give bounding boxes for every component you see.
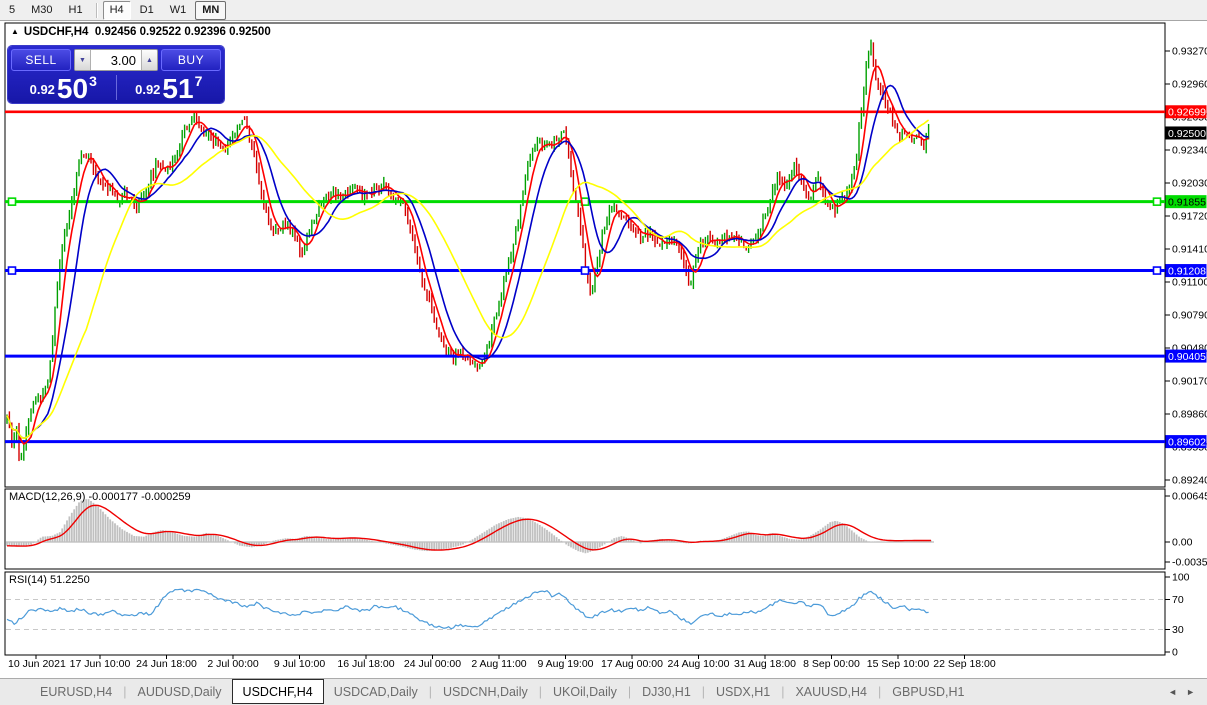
svg-text:0.90790: 0.90790	[1172, 310, 1207, 322]
timeframe-toolbar: 5M30H1 H4D1W1MN	[0, 0, 1207, 21]
sell-price[interactable]: 0.92 50 3	[11, 73, 116, 102]
timeframe-button-mn[interactable]: MN	[195, 1, 226, 20]
buy-price-head: 0.92	[135, 82, 160, 97]
tab-scroll-right-icon[interactable]: ►	[1186, 687, 1195, 697]
svg-text:2 Jul 00:00: 2 Jul 00:00	[207, 658, 259, 670]
volume-input[interactable]: 3.00	[91, 50, 141, 70]
symbol-collapse-arrow: ▲	[11, 27, 19, 36]
rsi-pane[interactable]	[5, 572, 1165, 655]
svg-text:0.92500: 0.92500	[1168, 128, 1206, 140]
timeframe-button-5[interactable]: 5	[2, 1, 22, 20]
svg-text:0.89860: 0.89860	[1172, 409, 1207, 421]
chart-title: ▲ USDCHF,H4 0.92456 0.92522 0.92396 0.92…	[11, 26, 271, 38]
timeframe-button-d1[interactable]: D1	[133, 1, 161, 20]
one-click-trading-panel: SELL ▼ 3.00 ▲ BUY 0.92 50 3 0.92 51 7	[8, 46, 224, 103]
svg-text:16 Jul 18:00: 16 Jul 18:00	[337, 658, 394, 670]
svg-text:100: 100	[1172, 572, 1190, 584]
svg-text:9 Aug 19:00: 9 Aug 19:00	[537, 658, 593, 670]
svg-text:0.89602: 0.89602	[1168, 436, 1206, 448]
chart-tabs: EURUSD,H4|AUDUSD,DailyUSDCHF,H4USDCAD,Da…	[0, 679, 975, 705]
volume-decrease-icon[interactable]: ▼	[75, 50, 91, 70]
svg-text:22 Sep 18:00: 22 Sep 18:00	[933, 658, 996, 670]
svg-text:0: 0	[1172, 647, 1178, 659]
svg-text:15 Sep 10:00: 15 Sep 10:00	[867, 658, 930, 670]
svg-text:24 Jul 00:00: 24 Jul 00:00	[404, 658, 461, 670]
tab-scroll-left-icon[interactable]: ◄	[1168, 687, 1177, 697]
rsi-indicator-label: RSI(14) 51.2250	[9, 574, 90, 586]
timeframe-button-h4[interactable]: H4	[103, 1, 131, 20]
hline-handle[interactable]	[9, 267, 16, 274]
tab-usdcad-daily[interactable]: USDCAD,Daily	[324, 679, 428, 705]
chart-title-text: USDCHF,H4 0.92456 0.92522 0.92396 0.9250…	[24, 26, 271, 38]
svg-text:31 Aug 18:00: 31 Aug 18:00	[734, 658, 796, 670]
svg-text:10 Jun 2021: 10 Jun 2021	[8, 658, 66, 670]
chart-canvas[interactable]: 0.932700.929600.926500.923400.920300.917…	[0, 21, 1207, 678]
svg-text:0.92699: 0.92699	[1168, 107, 1206, 119]
svg-text:0.00: 0.00	[1172, 537, 1193, 549]
svg-text:0.92030: 0.92030	[1172, 178, 1207, 190]
svg-text:0.91100: 0.91100	[1172, 277, 1207, 289]
hline-handle[interactable]	[1154, 198, 1161, 205]
hline-handle[interactable]	[1154, 267, 1161, 274]
svg-text:0.91208: 0.91208	[1168, 265, 1206, 277]
sell-price-sup: 3	[89, 73, 97, 89]
tab-eurusd-h4[interactable]: EURUSD,H4	[30, 679, 122, 705]
svg-text:-0.003507: -0.003507	[1172, 557, 1207, 569]
tab-xauusd-h4[interactable]: XAUUSD,H4	[785, 679, 877, 705]
svg-text:0.89240: 0.89240	[1172, 475, 1207, 487]
svg-text:0.90405: 0.90405	[1168, 351, 1206, 363]
svg-text:0.006451: 0.006451	[1172, 491, 1207, 503]
svg-text:0.91720: 0.91720	[1172, 211, 1207, 223]
hline-handle[interactable]	[9, 198, 16, 205]
svg-text:24 Jun 18:00: 24 Jun 18:00	[136, 658, 197, 670]
tab-ukoil-daily[interactable]: UKOil,Daily	[543, 679, 627, 705]
svg-text:0.93270: 0.93270	[1172, 45, 1207, 57]
tab-usdchf-h4[interactable]: USDCHF,H4	[232, 679, 324, 704]
chart-window: 0.932700.929600.926500.923400.920300.917…	[0, 21, 1207, 678]
tab-dj30-h1[interactable]: DJ30,H1	[632, 679, 701, 705]
buy-price-sup: 7	[195, 73, 203, 89]
svg-text:0.92960: 0.92960	[1172, 78, 1207, 90]
macd-indicator-label: MACD(12,26,9) -0.000177 -0.000259	[9, 491, 191, 503]
tab-usdx-h1[interactable]: USDX,H1	[706, 679, 780, 705]
svg-text:17 Aug 00:00: 17 Aug 00:00	[601, 658, 663, 670]
svg-text:0.91855: 0.91855	[1168, 196, 1206, 208]
sell-button[interactable]: SELL	[11, 49, 71, 71]
hline-handle[interactable]	[582, 267, 589, 274]
svg-text:8 Sep 00:00: 8 Sep 00:00	[803, 658, 860, 670]
svg-text:30: 30	[1172, 624, 1184, 636]
volume-spinner: ▼ 3.00 ▲	[74, 49, 158, 71]
price-axis-labels: 0.92699 0.91855 0.91208 0.90405 0.89602 0.925…	[1166, 105, 1207, 448]
svg-text:2 Aug 11:00: 2 Aug 11:00	[471, 658, 526, 670]
tab-audusd-daily[interactable]: AUDUSD,Daily	[128, 679, 232, 705]
sell-price-big: 50	[57, 76, 88, 101]
svg-text:0.91410: 0.91410	[1172, 244, 1207, 256]
svg-text:17 Jun 10:00: 17 Jun 10:00	[70, 658, 131, 670]
timeframe-button-m30[interactable]: M30	[24, 1, 59, 20]
buy-button[interactable]: BUY	[161, 49, 221, 71]
toolbar-separator	[96, 3, 97, 18]
volume-increase-icon[interactable]: ▲	[141, 50, 157, 70]
svg-text:0.92340: 0.92340	[1172, 145, 1207, 157]
buy-price-big: 51	[162, 76, 193, 101]
timeframe-button-w1[interactable]: W1	[163, 1, 194, 20]
timeframe-button-h1[interactable]: H1	[62, 1, 90, 20]
chart-tab-bar: EURUSD,H4|AUDUSD,DailyUSDCHF,H4USDCAD,Da…	[0, 678, 1207, 705]
svg-text:9 Jul 10:00: 9 Jul 10:00	[274, 658, 326, 670]
buy-price[interactable]: 0.92 51 7	[117, 73, 222, 102]
sell-price-head: 0.92	[30, 82, 55, 97]
tab-gbpusd-h1[interactable]: GBPUSD,H1	[882, 679, 974, 705]
svg-text:70: 70	[1172, 594, 1184, 606]
svg-text:24 Aug 10:00: 24 Aug 10:00	[668, 658, 730, 670]
svg-text:0.90170: 0.90170	[1172, 376, 1207, 388]
tab-scroll-arrows: ◄ ►	[1168, 687, 1207, 697]
date-axis: 10 Jun 2021 17 Jun 10:00 24 Jun 18:00 2 Jul…	[8, 655, 996, 670]
tab-usdcnh-daily[interactable]: USDCNH,Daily	[433, 679, 538, 705]
